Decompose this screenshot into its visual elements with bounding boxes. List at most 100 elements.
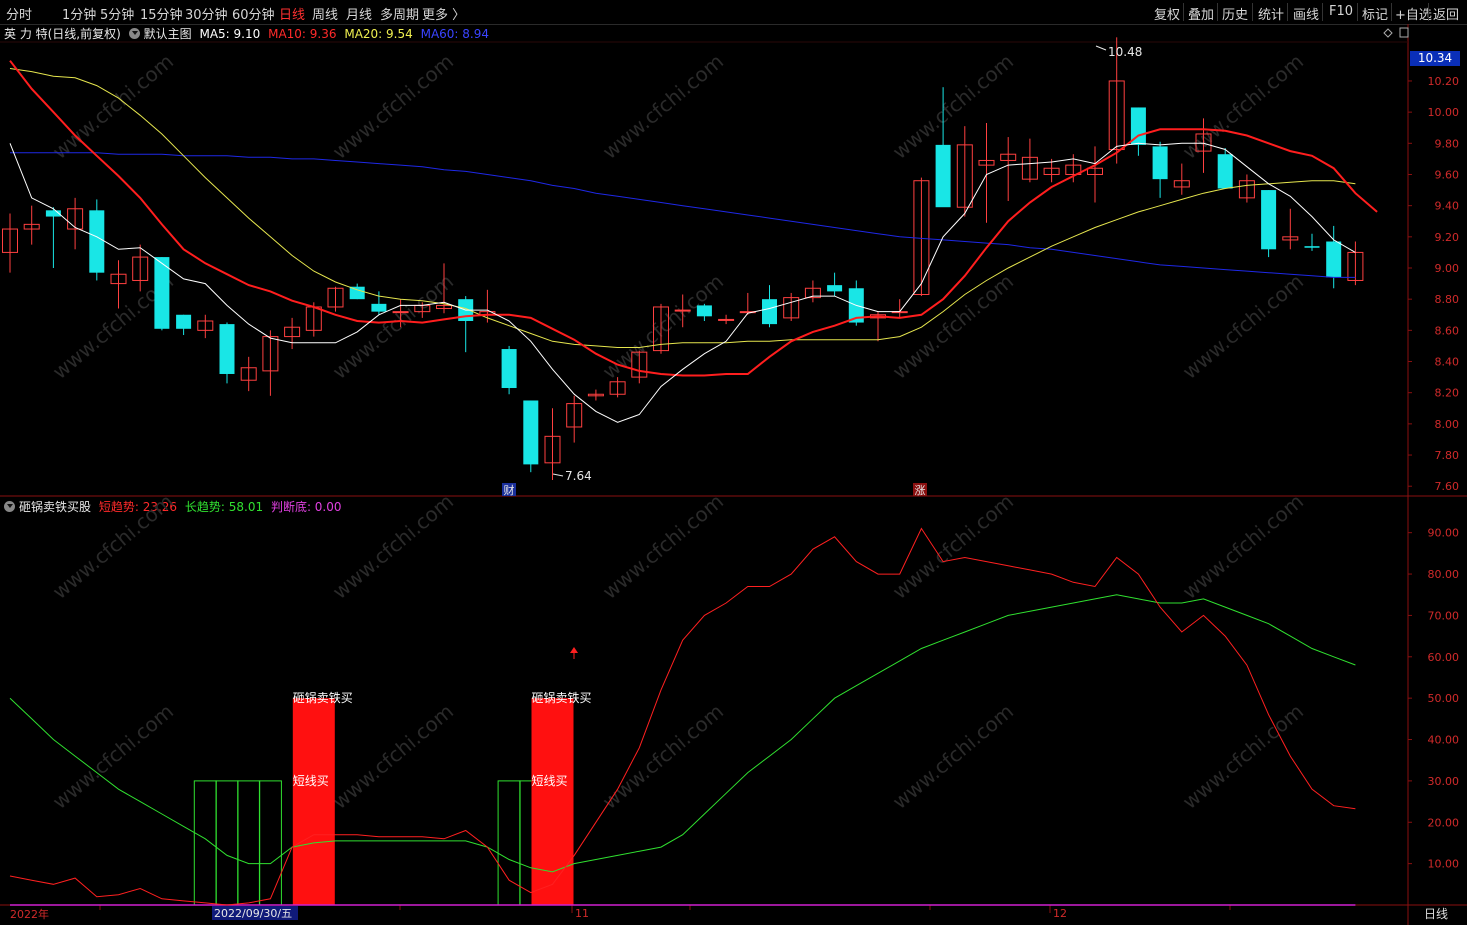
candle-up — [783, 292, 800, 321]
candle-down — [827, 272, 843, 297]
indicator-tick-label: 50.00 — [1428, 692, 1460, 705]
watermark: www.cfchi.com — [1178, 489, 1308, 604]
candle-body — [674, 309, 691, 312]
candle-up — [2, 213, 18, 273]
watermark: www.cfchi.com — [1178, 269, 1308, 384]
indicator-tick-label: 90.00 — [1428, 527, 1460, 540]
candle-body — [1217, 154, 1233, 189]
candle-up — [739, 292, 756, 315]
current-price-box: 10.34 — [1410, 51, 1460, 66]
candle-down — [501, 345, 517, 395]
price-tick-label: 9.40 — [1435, 200, 1460, 213]
watermark: www.cfchi.com — [328, 489, 458, 604]
candle-up — [804, 280, 821, 303]
price-tick-label: 9.20 — [1435, 231, 1460, 244]
candle-body — [696, 305, 712, 317]
candle-down — [696, 303, 712, 321]
signal-outline-bar — [237, 780, 261, 906]
candle-up — [23, 205, 40, 245]
watermark: www.cfchi.com — [48, 699, 178, 814]
candle-body — [154, 257, 170, 329]
watermark: www.cfchi.com — [888, 49, 1018, 164]
window-icon — [1399, 27, 1409, 38]
candle-body — [718, 318, 735, 321]
marker-zhang: 涨 — [915, 484, 926, 497]
candle-up — [197, 314, 214, 339]
kline-chart[interactable]: 10.20 10.00 9.80 9.60 9.40 9.20 9.00 8.80 8.60 8.… — [0, 0, 1467, 925]
candle-up — [1238, 174, 1255, 203]
watermark: www.cfchi.com — [888, 489, 1018, 604]
watermark: www.cfchi.com — [888, 699, 1018, 814]
candle-up — [240, 356, 257, 392]
candle-up — [978, 123, 995, 223]
price-tick-label: 8.40 — [1435, 356, 1460, 369]
candle-body — [1304, 246, 1320, 248]
indicator-tick-label: 40.00 — [1428, 734, 1460, 747]
candle-down — [1326, 225, 1342, 289]
watermark: www.cfchi.com — [598, 699, 728, 814]
candle-up — [262, 330, 279, 396]
candle-body — [827, 285, 843, 292]
indicator-tick-label: 60.00 — [1428, 651, 1460, 664]
selected-date-label: 2022/09/30/五 — [214, 907, 292, 920]
indicator-tick-label: 70.00 — [1428, 609, 1460, 622]
candle-body — [392, 311, 409, 314]
price-tick-label: 8.60 — [1435, 324, 1460, 337]
price-tick-label: 9.00 — [1435, 262, 1460, 275]
candle-up — [1347, 241, 1364, 286]
low-annotation: 7.64 — [565, 469, 592, 483]
candle-down — [1261, 190, 1277, 258]
candle-up — [544, 408, 561, 480]
signal-outline-bar — [497, 780, 521, 906]
candle-down — [1130, 107, 1146, 156]
buy-signal-bar — [531, 698, 574, 905]
candle-body — [501, 349, 517, 389]
candle-body — [349, 286, 365, 300]
ma10-line — [9, 60, 1378, 377]
watermark: www.cfchi.com — [598, 269, 728, 384]
candle-up — [566, 395, 583, 443]
month-label: 11 — [575, 907, 589, 920]
candle-up — [284, 317, 301, 350]
marker-cai: 财 — [504, 483, 515, 497]
price-tick-label: 8.80 — [1435, 293, 1460, 306]
signal-outline-bar — [258, 780, 282, 906]
indicator-tick-label: 20.00 — [1428, 816, 1460, 829]
watermark: www.cfchi.com — [48, 49, 178, 164]
high-annotation: 10.48 — [1108, 45, 1142, 59]
price-tick-label: 9.60 — [1435, 168, 1460, 181]
candle-body — [176, 314, 192, 329]
candle-down — [1304, 233, 1320, 251]
buy-signal-bar — [292, 698, 335, 905]
candle-down — [762, 285, 777, 328]
month-label: 12 — [1053, 907, 1067, 920]
candle-up — [1173, 163, 1190, 195]
watermark: www.cfchi.com — [1178, 49, 1308, 164]
watermark: www.cfchi.com — [598, 49, 728, 164]
signal1-title: 砸锅卖铁买 — [293, 690, 353, 705]
up-arrow-icon — [570, 647, 578, 653]
indicator-tick-label: 10.00 — [1428, 858, 1460, 871]
candle-up — [891, 299, 908, 318]
candle-body — [1152, 146, 1168, 180]
ma5-line — [9, 142, 1356, 423]
candle-down — [219, 322, 235, 384]
candle-up — [1282, 208, 1299, 250]
price-tick-label: 10.20 — [1428, 75, 1460, 88]
price-tick-label: 7.60 — [1435, 480, 1460, 493]
signal-outline-bar — [193, 780, 217, 906]
candle-up — [1087, 146, 1103, 203]
candle-up — [1000, 137, 1017, 201]
watermark: www.cfchi.com — [328, 49, 458, 164]
candle-body — [1261, 190, 1277, 250]
candle-body — [523, 400, 539, 465]
indicator-tick-label: 80.00 — [1428, 568, 1460, 581]
candle-body — [371, 303, 387, 312]
high-pointer — [1095, 45, 1107, 51]
price-tick-label: 8.20 — [1435, 387, 1460, 400]
watermark: www.cfchi.com — [48, 489, 178, 604]
diamond-icon — [1383, 28, 1393, 38]
signal-outline-bar — [215, 780, 239, 906]
watermark: www.cfchi.com — [328, 699, 458, 814]
period-indicator[interactable]: 日线 — [1413, 906, 1459, 923]
